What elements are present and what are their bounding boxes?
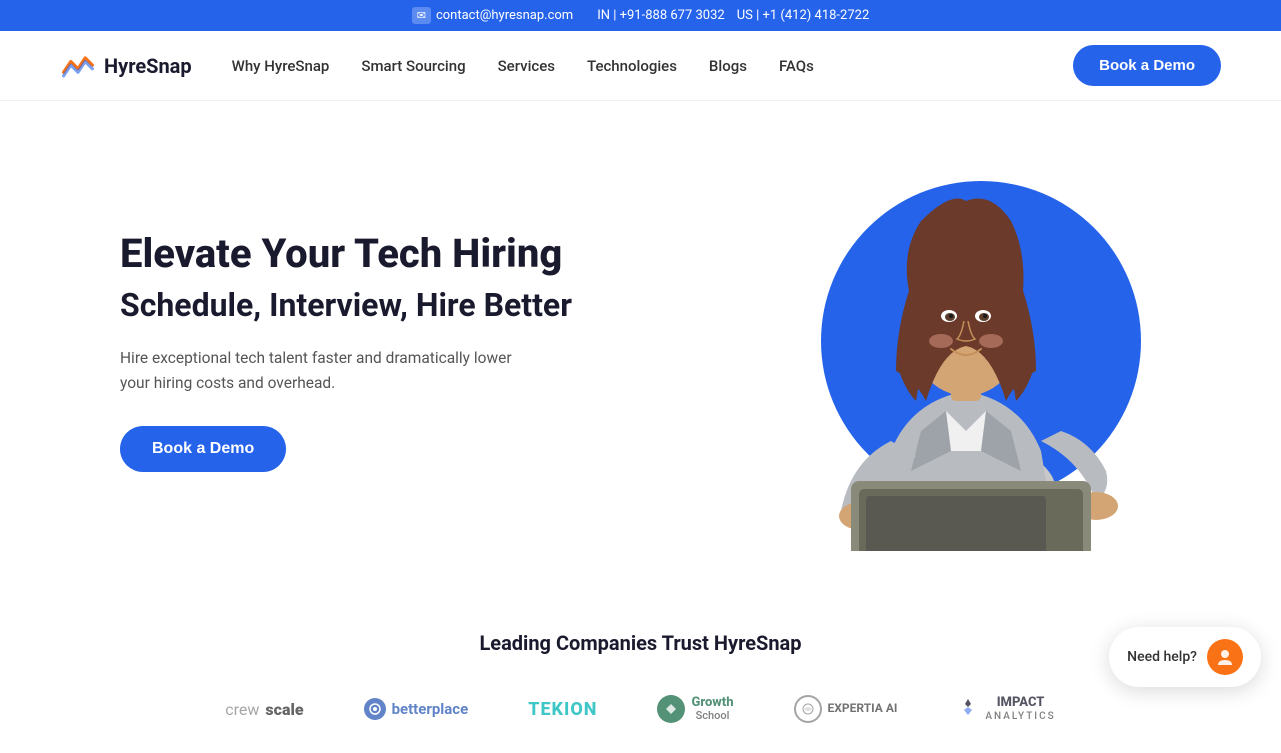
logo-link[interactable]: HyreSnap xyxy=(60,52,192,80)
betterplace-logo: betterplace xyxy=(364,698,469,720)
betterplace-text: betterplace xyxy=(392,700,469,718)
help-label: Need help? xyxy=(1127,649,1197,665)
trusted-title: Leading Companies Trust HyreSnap xyxy=(60,631,1221,655)
hero-book-demo-button[interactable]: Book a Demo xyxy=(120,426,286,472)
help-bubble[interactable]: Need help? xyxy=(1109,627,1261,687)
nav-item-blogs[interactable]: Blogs xyxy=(709,56,747,75)
impact-text: IMPACT xyxy=(985,696,1055,710)
trusted-section: Leading Companies Trust HyreSnap crewsca… xyxy=(0,581,1281,753)
expertia-icon xyxy=(794,695,822,723)
navbar-book-demo-button[interactable]: Book a Demo xyxy=(1073,45,1221,86)
help-avatar xyxy=(1207,639,1243,675)
hero-description: Hire exceptional tech talent faster and … xyxy=(120,346,520,396)
nav-item-technologies[interactable]: Technologies xyxy=(587,56,677,75)
betterplace-icon xyxy=(364,698,386,720)
nav-links: Why HyreSnap Smart Sourcing Services Tec… xyxy=(232,56,1074,75)
navbar: HyreSnap Why HyreSnap Smart Sourcing Ser… xyxy=(0,31,1281,101)
nav-item-faqs[interactable]: FAQs xyxy=(779,56,814,75)
expertia-text: EXPERTIA AI xyxy=(828,702,898,715)
expertia-ai-logo: EXPERTIA AI xyxy=(794,695,898,723)
hero-person-image xyxy=(751,171,1151,551)
analytics-text: ANALYTICS xyxy=(985,711,1055,722)
hero-title-main: Elevate Your Tech Hiring xyxy=(120,230,572,278)
phone-in: IN | +91-888 677 3032 xyxy=(597,8,725,23)
top-bar: ✉ contact@hyresnap.com IN | +91-888 677 … xyxy=(0,0,1281,31)
growth-school-icon xyxy=(657,695,685,723)
tekion-logo: TEKION xyxy=(528,699,597,720)
tekion-text: TEKION xyxy=(528,699,597,720)
crewscale-text: crew xyxy=(225,700,259,719)
nav-item-services[interactable]: Services xyxy=(498,56,555,75)
hero-section: Elevate Your Tech Hiring Schedule, Inter… xyxy=(0,101,1281,581)
phone-us: US | +1 (412) 418-2722 xyxy=(737,8,870,23)
logo-text: HyreSnap xyxy=(104,54,192,78)
crewscale-logo: crew scale xyxy=(225,700,303,719)
hero-image xyxy=(741,161,1161,541)
school-text: School xyxy=(691,710,733,722)
hero-content: Elevate Your Tech Hiring Schedule, Inter… xyxy=(120,230,572,472)
logo-icon xyxy=(60,52,96,80)
growth-text: Growth xyxy=(691,696,733,710)
email-icon: ✉ xyxy=(412,7,431,24)
email-address: contact@hyresnap.com xyxy=(436,8,573,23)
hero-title-sub: Schedule, Interview, Hire Better xyxy=(120,286,572,324)
crewscale-bold: scale xyxy=(265,700,303,719)
nav-item-smart-sourcing[interactable]: Smart Sourcing xyxy=(361,56,465,75)
impact-analytics-logo: IMPACT ANALYTICS xyxy=(957,696,1055,722)
nav-item-why-hyresnap[interactable]: Why HyreSnap xyxy=(232,56,330,75)
trusted-logos: crew scale betterplace TEKION Growth Scho… xyxy=(60,695,1221,723)
growth-school-logo: Growth School xyxy=(657,695,733,723)
email-contact[interactable]: ✉ contact@hyresnap.com xyxy=(412,7,573,24)
impact-icon xyxy=(957,696,979,722)
